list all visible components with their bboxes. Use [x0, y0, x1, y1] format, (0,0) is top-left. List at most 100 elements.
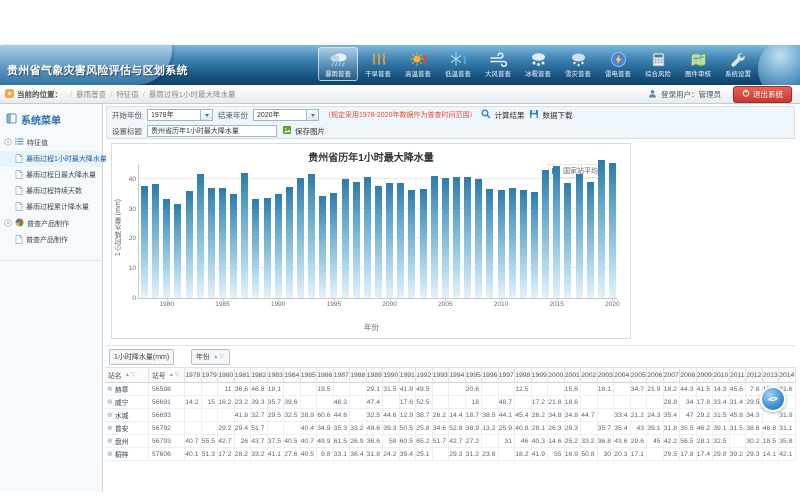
- bar-2009: [486, 189, 493, 298]
- chevron-down-icon[interactable]: [200, 110, 212, 120]
- col-header-year[interactable]: 1979: [202, 368, 219, 383]
- sidebar-tree: 特征值暴雨过程1小时最大降水量暴雨过程日最大降水量暴雨过程持续天数暴雨过程累计降…: [0, 134, 102, 261]
- save-image-button[interactable]: 保存图片: [282, 125, 325, 137]
- col-header-year[interactable]: 1985: [301, 368, 318, 383]
- nav-item-9[interactable]: 综合风险: [638, 47, 678, 81]
- col-header-year[interactable]: 2000: [548, 368, 565, 383]
- toggle-icon[interactable]: [4, 219, 12, 229]
- logout-button[interactable]: 退出系统: [733, 86, 792, 103]
- col-header-year[interactable]: 2001: [565, 368, 582, 383]
- col-header-year[interactable]: 2010: [713, 368, 730, 383]
- value-cell: 46.2: [697, 422, 714, 435]
- value-cell: 49.5: [416, 383, 433, 396]
- value-cell: 34.3: [746, 409, 763, 422]
- col-header-year[interactable]: 2005: [631, 368, 648, 383]
- expand-icon[interactable]: ⊕: [107, 425, 113, 432]
- user-name: 管理员: [699, 90, 722, 99]
- sidebar-group-2[interactable]: 普查产品制作: [0, 215, 102, 232]
- col-header-year[interactable]: 1986: [317, 368, 334, 383]
- col-header-year[interactable]: 2002: [581, 368, 598, 383]
- nav-item-1[interactable]: 暴雨普查: [318, 47, 358, 81]
- expand-icon[interactable]: ⊕: [107, 399, 113, 406]
- col-header-year[interactable]: 2004: [614, 368, 631, 383]
- col-header-year[interactable]: 1995: [466, 368, 483, 383]
- sidebar-group-1[interactable]: 特征值: [0, 134, 102, 151]
- col-header-year[interactable]: 1983: [268, 368, 285, 383]
- col-header-year[interactable]: 2013: [763, 368, 780, 383]
- nav-item-11[interactable]: 系统设置: [718, 47, 758, 81]
- col-header-station-name[interactable]: 站名▲▽: [105, 368, 149, 383]
- breadcrumb-item[interactable]: 特征值: [116, 90, 139, 99]
- nav-item-7[interactable]: 雪灾普查: [558, 47, 598, 81]
- col-header-year[interactable]: 1982: [251, 368, 268, 383]
- col-header-year[interactable]: 2007: [664, 368, 681, 383]
- col-header-year[interactable]: 1994: [449, 368, 466, 383]
- value-cell: 42.7: [218, 435, 235, 448]
- value-cell: 36.8: [598, 435, 615, 448]
- col-header-year[interactable]: 2009: [697, 368, 714, 383]
- value-cell: 20.6: [466, 383, 483, 396]
- start-year-select[interactable]: 1978年: [147, 109, 213, 121]
- sidebar-item[interactable]: 暴雨过程累计降水量: [0, 199, 102, 215]
- measure-field[interactable]: 1小时降水量(mm): [109, 349, 174, 365]
- col-header-year[interactable]: 2003: [598, 368, 615, 383]
- bar-1991: [286, 187, 293, 298]
- toggle-icon[interactable]: [4, 138, 12, 148]
- breadcrumb-item[interactable]: 暴雨过程1小时最大降水量: [149, 90, 236, 99]
- col-header-year[interactable]: 1999: [532, 368, 549, 383]
- value-cell: [581, 383, 598, 396]
- col-header-year[interactable]: 1992: [416, 368, 433, 383]
- sidebar-item[interactable]: 普查产品制作: [0, 232, 102, 248]
- plot-area: 0102030401980198519901995200020052010201…: [138, 164, 618, 299]
- nav-item-3[interactable]: 高温普查: [398, 47, 438, 81]
- col-header-year[interactable]: 1988: [350, 368, 367, 383]
- end-year-select[interactable]: 2020年: [253, 109, 319, 121]
- query-toolbar: 开始年份 1978年 结束年份 2020年 （规定采用1978-2020年数据作…: [106, 106, 795, 139]
- col-header-year[interactable]: 1978: [185, 368, 202, 383]
- nav-item-6[interactable]: 冰雹普查: [518, 47, 558, 81]
- col-header-year[interactable]: 1981: [235, 368, 252, 383]
- col-header-station-id[interactable]: 站号▲▽: [149, 368, 185, 383]
- chart-title-input[interactable]: [147, 125, 277, 137]
- sidebar-item[interactable]: 暴雨过程日最大降水量: [0, 167, 102, 183]
- value-cell: 14.1: [763, 448, 780, 461]
- col-header-year[interactable]: 1997: [499, 368, 516, 383]
- expand-icon[interactable]: ⊕: [107, 438, 113, 445]
- breadcrumb-item[interactable]: 暴雨普查: [76, 90, 106, 99]
- nav-item-4[interactable]: 低温普查: [438, 47, 478, 81]
- col-header-year[interactable]: 1998: [515, 368, 532, 383]
- col-header-year[interactable]: 1989: [367, 368, 384, 383]
- nav-item-10[interactable]: 图件审核: [678, 47, 718, 81]
- expand-icon[interactable]: ⊕: [107, 412, 113, 419]
- col-header-year[interactable]: 2015: [796, 368, 797, 383]
- value-cell: 24.3: [647, 409, 664, 422]
- col-header-year[interactable]: 2006: [647, 368, 664, 383]
- nav-item-5[interactable]: 大风普查: [478, 47, 518, 81]
- sidebar-item[interactable]: 暴雨过程持续天数: [0, 183, 102, 199]
- col-header-year[interactable]: 2011: [730, 368, 747, 383]
- expand-icon[interactable]: ⊕: [107, 451, 113, 458]
- chevron-down-icon[interactable]: [306, 110, 318, 120]
- col-header-year[interactable]: 2014: [779, 368, 796, 383]
- col-header-year[interactable]: 1996: [482, 368, 499, 383]
- col-header-year[interactable]: 1980: [218, 368, 235, 383]
- value-cell: 41.5: [697, 383, 714, 396]
- floating-helper-button[interactable]: [760, 386, 786, 412]
- col-header-year[interactable]: 1993: [433, 368, 450, 383]
- col-header-year[interactable]: 2008: [680, 368, 697, 383]
- col-header-year[interactable]: 1990: [383, 368, 400, 383]
- sort-icons[interactable]: ▲▽: [213, 354, 225, 360]
- col-header-year[interactable]: 1987: [334, 368, 351, 383]
- expand-icon[interactable]: ⊕: [107, 386, 113, 393]
- nav-item-8[interactable]: 雷电普查: [598, 47, 638, 81]
- col-header-year[interactable]: 2012: [746, 368, 763, 383]
- value-cell: 15.6: [565, 383, 582, 396]
- nav-item-2[interactable]: 干旱普查: [358, 47, 398, 81]
- value-cell: 44.3: [680, 383, 697, 396]
- calc-result-button[interactable]: 计算结果: [481, 109, 524, 121]
- sidebar-item[interactable]: 暴雨过程1小时最大降水量: [0, 151, 102, 167]
- year-field[interactable]: 年份 ▲▽: [191, 349, 230, 365]
- data-download-button[interactable]: 数据下载: [529, 109, 572, 121]
- col-header-year[interactable]: 1991: [400, 368, 417, 383]
- col-header-year[interactable]: 1984: [284, 368, 301, 383]
